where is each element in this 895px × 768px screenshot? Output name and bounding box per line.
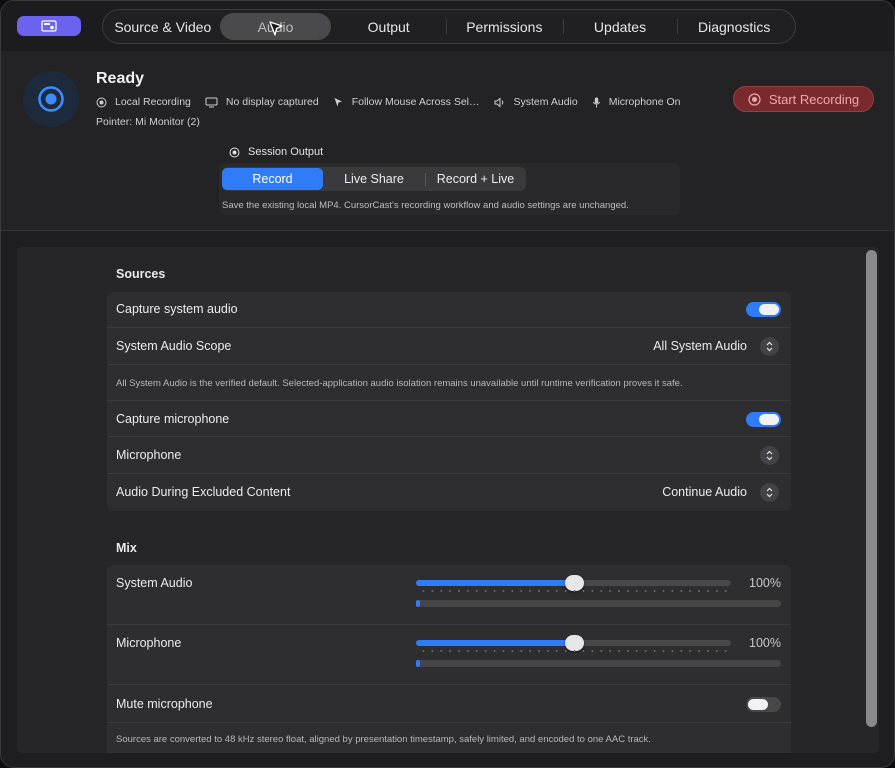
status-display-label: No display captured <box>225 96 319 108</box>
mute-microphone-row: Mute microphone <box>107 685 791 723</box>
microphone-slider-ticks <box>419 650 729 652</box>
settings-scrollbar[interactable] <box>866 250 877 727</box>
status-system-audio: System Audio <box>494 96 578 108</box>
microphone-slider-handle[interactable] <box>564 635 584 651</box>
microphone-stepper[interactable] <box>760 446 779 465</box>
status-follow-mouse-label: Follow Mouse Across Sel… <box>351 96 480 108</box>
system-audio-scope-value[interactable]: All System Audio <box>653 339 747 353</box>
system-audio-level-meter <box>416 600 781 607</box>
status-title: Ready <box>96 70 145 87</box>
capture-system-audio-label: Capture system audio <box>116 302 238 316</box>
record-dot-icon <box>96 97 107 107</box>
app-menu-button[interactable] <box>17 16 81 36</box>
record-dot-icon <box>229 147 240 157</box>
chevron-updown-icon <box>766 487 773 498</box>
microphone-meter-fill <box>416 660 420 667</box>
microphone-row: Microphone <box>107 437 791 474</box>
microphone-icon <box>592 97 600 107</box>
capture-system-audio-toggle[interactable] <box>746 302 781 317</box>
tab-diagnostics[interactable]: Diagnostics <box>677 13 791 40</box>
system-audio-meter-fill <box>416 600 420 607</box>
segment-record-live[interactable]: Record + Live <box>425 168 526 190</box>
status-local-recording: Local Recording <box>96 96 191 108</box>
sources-title: Sources <box>116 267 166 281</box>
tab-permissions[interactable]: Permissions <box>446 13 563 40</box>
session-output-text: Session Output <box>248 146 324 158</box>
microphone-slider-fill <box>416 640 574 646</box>
system-audio-percent: 100% <box>749 576 781 590</box>
microphone-level-meter <box>416 660 781 667</box>
status-microphone: Microphone On <box>592 96 681 108</box>
status-local-recording-label: Local Recording <box>115 96 191 108</box>
system-audio-slider-ticks <box>419 590 729 592</box>
excluded-content-stepper[interactable] <box>760 483 779 502</box>
status-display: No display captured <box>205 96 319 108</box>
pointer-icon <box>334 97 342 106</box>
microphone-mix-label: Microphone <box>116 636 182 650</box>
microphone-mix-row: Microphone 100% <box>107 625 791 685</box>
mix-title: Mix <box>116 541 137 555</box>
segment-live-share[interactable]: Live Share <box>323 168 425 190</box>
chevron-updown-icon <box>766 450 773 461</box>
start-recording-button[interactable]: Start Recording <box>733 86 874 112</box>
capture-system-audio-row: Capture system audio <box>107 292 791 328</box>
system-audio-scope-label: System Audio Scope <box>116 339 232 353</box>
top-bar: Source & Video Audio Output Permissions … <box>1 1 894 51</box>
capture-microphone-toggle[interactable] <box>746 412 781 427</box>
display-icon <box>205 97 218 107</box>
excluded-content-row: Audio During Excluded Content Continue A… <box>107 474 791 511</box>
status-indicator <box>23 71 79 127</box>
microphone-label: Microphone <box>116 448 182 462</box>
mute-microphone-label: Mute microphone <box>116 697 213 711</box>
excluded-content-value[interactable]: Continue Audio <box>662 485 747 499</box>
system-audio-slider-fill <box>416 580 574 586</box>
mute-microphone-toggle[interactable] <box>746 697 781 712</box>
sources-group: Capture system audio System Audio Scope … <box>107 292 791 511</box>
target-icon <box>38 86 64 112</box>
status-follow-mouse: Follow Mouse Across Sel… <box>333 96 480 108</box>
mix-group: System Audio 100% Microphone 100% Mute m… <box>107 565 791 753</box>
session-output-selector: Record Live Share Record + Live <box>222 167 526 191</box>
tab-output[interactable]: Output <box>331 13 446 40</box>
pointer-display: Pointer: Mi Monitor (2) <box>96 116 200 128</box>
session-output-description: Save the existing local MP4. CursorCast'… <box>222 200 629 211</box>
status-system-audio-label: System Audio <box>513 96 578 108</box>
system-audio-scope-stepper[interactable] <box>760 337 779 356</box>
scope-note: All System Audio is the verified default… <box>116 378 683 389</box>
status-header: Ready Local Recording No display capture… <box>1 51 894 231</box>
scope-note-row: All System Audio is the verified default… <box>107 365 791 401</box>
status-summary: Local Recording No display captured Foll… <box>96 96 695 108</box>
settings-panel: Sources Capture system audio System Audi… <box>17 247 879 753</box>
record-icon <box>748 92 761 106</box>
microphone-percent: 100% <box>749 636 781 650</box>
status-microphone-label: Microphone On <box>608 96 681 108</box>
capture-microphone-label: Capture microphone <box>116 412 230 426</box>
system-audio-slider[interactable] <box>416 575 731 591</box>
tab-bar: Source & Video Audio Output Permissions … <box>102 9 796 44</box>
start-recording-label: Start Recording <box>768 91 860 107</box>
mix-note: Sources are converted to 48 kHz stereo f… <box>116 734 651 745</box>
app-window: Source & Video Audio Output Permissions … <box>0 0 895 768</box>
mouse-cursor-icon <box>269 21 283 36</box>
speaker-icon <box>494 96 503 108</box>
microphone-slider[interactable] <box>416 635 731 651</box>
system-audio-mix-row: System Audio 100% <box>107 565 791 625</box>
excluded-content-label: Audio During Excluded Content <box>116 485 291 499</box>
system-audio-mix-label: System Audio <box>116 576 193 590</box>
system-audio-slider-handle[interactable] <box>564 575 584 591</box>
capture-microphone-row: Capture microphone <box>107 401 791 437</box>
session-output-label: Session Output <box>229 146 323 158</box>
system-audio-scope-row: System Audio Scope All System Audio <box>107 328 791 365</box>
segment-record[interactable]: Record <box>222 168 323 190</box>
tab-source-video[interactable]: Source & Video <box>107 13 219 40</box>
screen-record-icon <box>41 20 57 32</box>
chevron-updown-icon <box>766 341 773 352</box>
tab-updates[interactable]: Updates <box>562 13 678 40</box>
mix-note-row: Sources are converted to 48 kHz stereo f… <box>107 723 791 753</box>
